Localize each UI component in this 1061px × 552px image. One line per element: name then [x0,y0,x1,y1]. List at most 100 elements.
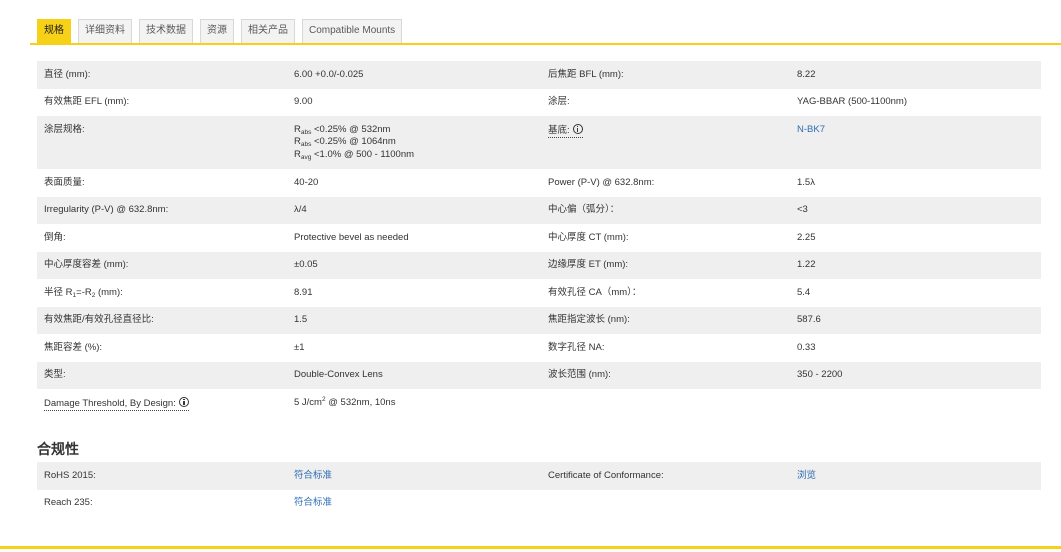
power-label: Power (P-V) @ 632.8nm: [548,176,655,188]
tab-specifications[interactable]: 规格 [37,19,71,43]
spec-row-coating-specification: 涂层规格: Rabs <0.25% @ 532nm Rabs <0.25% @ … [37,116,1041,169]
spec-row-effective-focal-length: 有效焦距 EFL (mm): 9.00 涂层: YAG-BBAR (500-11… [37,89,1041,117]
reflectance-line: Rabs <0.25% @ 532nm [294,124,534,137]
tab-related-products[interactable]: 相关产品 [241,19,295,43]
empty-cell [790,490,1041,518]
surface-quality-label: 表面质量: [44,176,85,188]
numerical-aperture-label: 数字孔径 NA: [548,341,605,353]
type-value: Double-Convex Lens [287,361,541,389]
reflectance-text: <0.25% @ 1064nm [311,136,396,148]
spec-row-irregularity: Irregularity (P-V) @ 632.8nm: λ/4 中心偏（弧分… [37,196,1041,224]
center-thickness-tolerance-label: 中心厚度容差 (mm): [37,251,287,279]
wavelength-range-value: 350 - 2200 [790,361,1041,389]
spec-row-damage-threshold: Damage Threshold, By Design: 5 J/cm2 @ 5… [37,389,1041,418]
edge-thickness-label: 边缘厚度 ET (mm): [541,251,790,279]
spec-row-type: 类型: Double-Convex Lens 波长范围 (nm): 350 - … [37,361,1041,389]
reflectance-subscript: abs [300,128,312,136]
spec-row-radius: 半径 R1=-R2 (mm): 8.91 有效孔径 CA（mm）： 5.4 [37,279,1041,307]
coating-specification-value: Rabs <0.25% @ 532nm Rabs <0.25% @ 1064nm… [287,116,541,169]
rohs-label: RoHS 2015: [37,462,287,490]
substrate-tooltip-trigger[interactable]: 基底: [548,123,583,138]
effective-focal-length-label: 有效焦距 EFL (mm): [44,96,130,108]
irregularity-value: λ/4 [287,196,541,224]
center-thickness-tolerance-value: ±0.05 [287,251,541,279]
spec-row-diameter: 直径 (mm): 6.00 +0.0/-0.025 后焦距 BFL (mm): … [37,61,1041,89]
reach-value: 符合标准 [287,490,541,518]
coating-label: 涂层: [548,96,570,108]
bevel-label: 倒角: [44,231,66,243]
f-number-value: 1.5 [287,306,541,334]
coating-specification-label: 涂层规格: [37,116,287,169]
centering-label: 中心偏（弧分）： [541,196,790,224]
substrate-label: 基底: [541,116,790,169]
reach-compliant-link[interactable]: 符合标准 [294,497,332,508]
spec-row-surface-quality: 表面质量: 40-20 Power (P-V) @ 632.8nm: 1.5λ [37,169,1041,197]
certificate-view-link[interactable]: 浏览 [797,470,816,481]
tab-divider [30,43,1061,45]
diameter-value: 6.00 +0.0/-0.025 [287,61,541,89]
compliance-row-rohs: RoHS 2015: 符合标准 Certificate of Conforman… [37,462,1041,490]
tab-bar: 规格 详细资料 技术数据 资源 相关产品 Compatible Mounts [37,19,409,43]
coating-value: YAG-BBAR (500-1100nm) [797,96,907,108]
reflectance-symbol: R [294,123,301,135]
reflectance-symbol: R [294,136,301,148]
tab-technical-data[interactable]: 技术数据 [139,19,193,43]
effective-focal-length-value: 9.00 [294,96,313,108]
substrate-link[interactable]: N-BK7 [797,124,825,135]
empty-cell [790,389,1041,418]
back-focal-length-label: 后焦距 BFL (mm): [541,61,790,89]
empty-cell [541,389,790,418]
substrate-value: N-BK7 [790,116,1041,169]
damage-threshold-value: 5 J/cm2 @ 532nm, 10ns [287,389,541,418]
power-value: 1.5λ [797,176,815,188]
spec-row-bevel: 倒角: Protective bevel as needed 中心厚度 CT (… [37,224,1041,252]
irregularity-label: Irregularity (P-V) @ 632.8nm: [37,196,287,224]
radius-label: 半径 R1=-R2 (mm): [37,279,287,307]
numerical-aperture-value: 0.33 [797,341,816,353]
certificate-of-conformance-value: 浏览 [790,462,1041,490]
certificate-of-conformance-label: Certificate of Conformance: [541,462,790,490]
reflectance-symbol: R [294,148,301,160]
radius-label-suffix: (mm): [95,286,123,298]
back-focal-length-value: 8.22 [790,61,1041,89]
compliance-row-reach: Reach 235: 符合标准 [37,490,1041,518]
tab-compatible-mounts[interactable]: Compatible Mounts [302,19,403,43]
center-thickness-label: 中心厚度 CT (mm): [548,231,629,243]
edge-thickness-value: 1.22 [790,251,1041,279]
info-icon [572,123,583,134]
rohs-value: 符合标准 [287,462,541,490]
clear-aperture-value: 5.4 [797,286,811,298]
focal-length-tolerance-value: ±1 [294,341,305,353]
wavelength-range-label: 波长范围 (nm): [541,361,790,389]
info-icon [178,396,189,407]
reflectance-line: Ravg <1.0% @ 500 - 1100nm [294,149,534,162]
radius-label-middle: =-R [76,286,92,298]
reflectance-text: <1.0% @ 500 - 1100nm [311,148,415,160]
type-label: 类型: [37,361,287,389]
rohs-compliant-link[interactable]: 符合标准 [294,470,332,481]
design-wavelength-value: 587.6 [790,306,1041,334]
reflectance-subscript: abs [300,141,312,149]
damage-threshold-tooltip-trigger[interactable]: Damage Threshold, By Design: [44,396,189,411]
radius-value: 8.91 [294,286,313,298]
f-number-label: 有效焦距/有效孔径直径比: [37,306,287,334]
clear-aperture-label: 有效孔径 CA（mm）： [548,286,642,298]
center-thickness-value: 2.25 [797,231,816,243]
reflectance-line: Rabs <0.25% @ 1064nm [294,136,534,149]
surface-quality-value: 40-20 [294,176,319,188]
damage-threshold-label-text: Damage Threshold, By Design: [44,397,176,409]
diameter-label: 直径 (mm): [37,61,287,89]
spec-row-center-thickness-tolerance: 中心厚度容差 (mm): ±0.05 边缘厚度 ET (mm): 1.22 [37,251,1041,279]
tab-details[interactable]: 详细资料 [78,19,132,43]
centering-value: <3 [790,196,1041,224]
spec-row-focal-length-tolerance: 焦距容差 (%): ±1 数字孔径 NA: 0.33 [37,334,1041,362]
damage-threshold-prefix: 5 J/cm [294,396,322,408]
reflectance-text: <0.25% @ 532nm [311,123,391,135]
tab-resources[interactable]: 资源 [200,19,234,43]
empty-cell [541,490,790,518]
reach-label: Reach 235: [44,497,93,509]
compliance-table: RoHS 2015: 符合标准 Certificate of Conforman… [37,462,1041,517]
radius-label-prefix: 半径 R [44,286,73,298]
reflectance-subscript: avg [300,153,312,161]
compliance-heading: 合规性 [37,441,79,457]
